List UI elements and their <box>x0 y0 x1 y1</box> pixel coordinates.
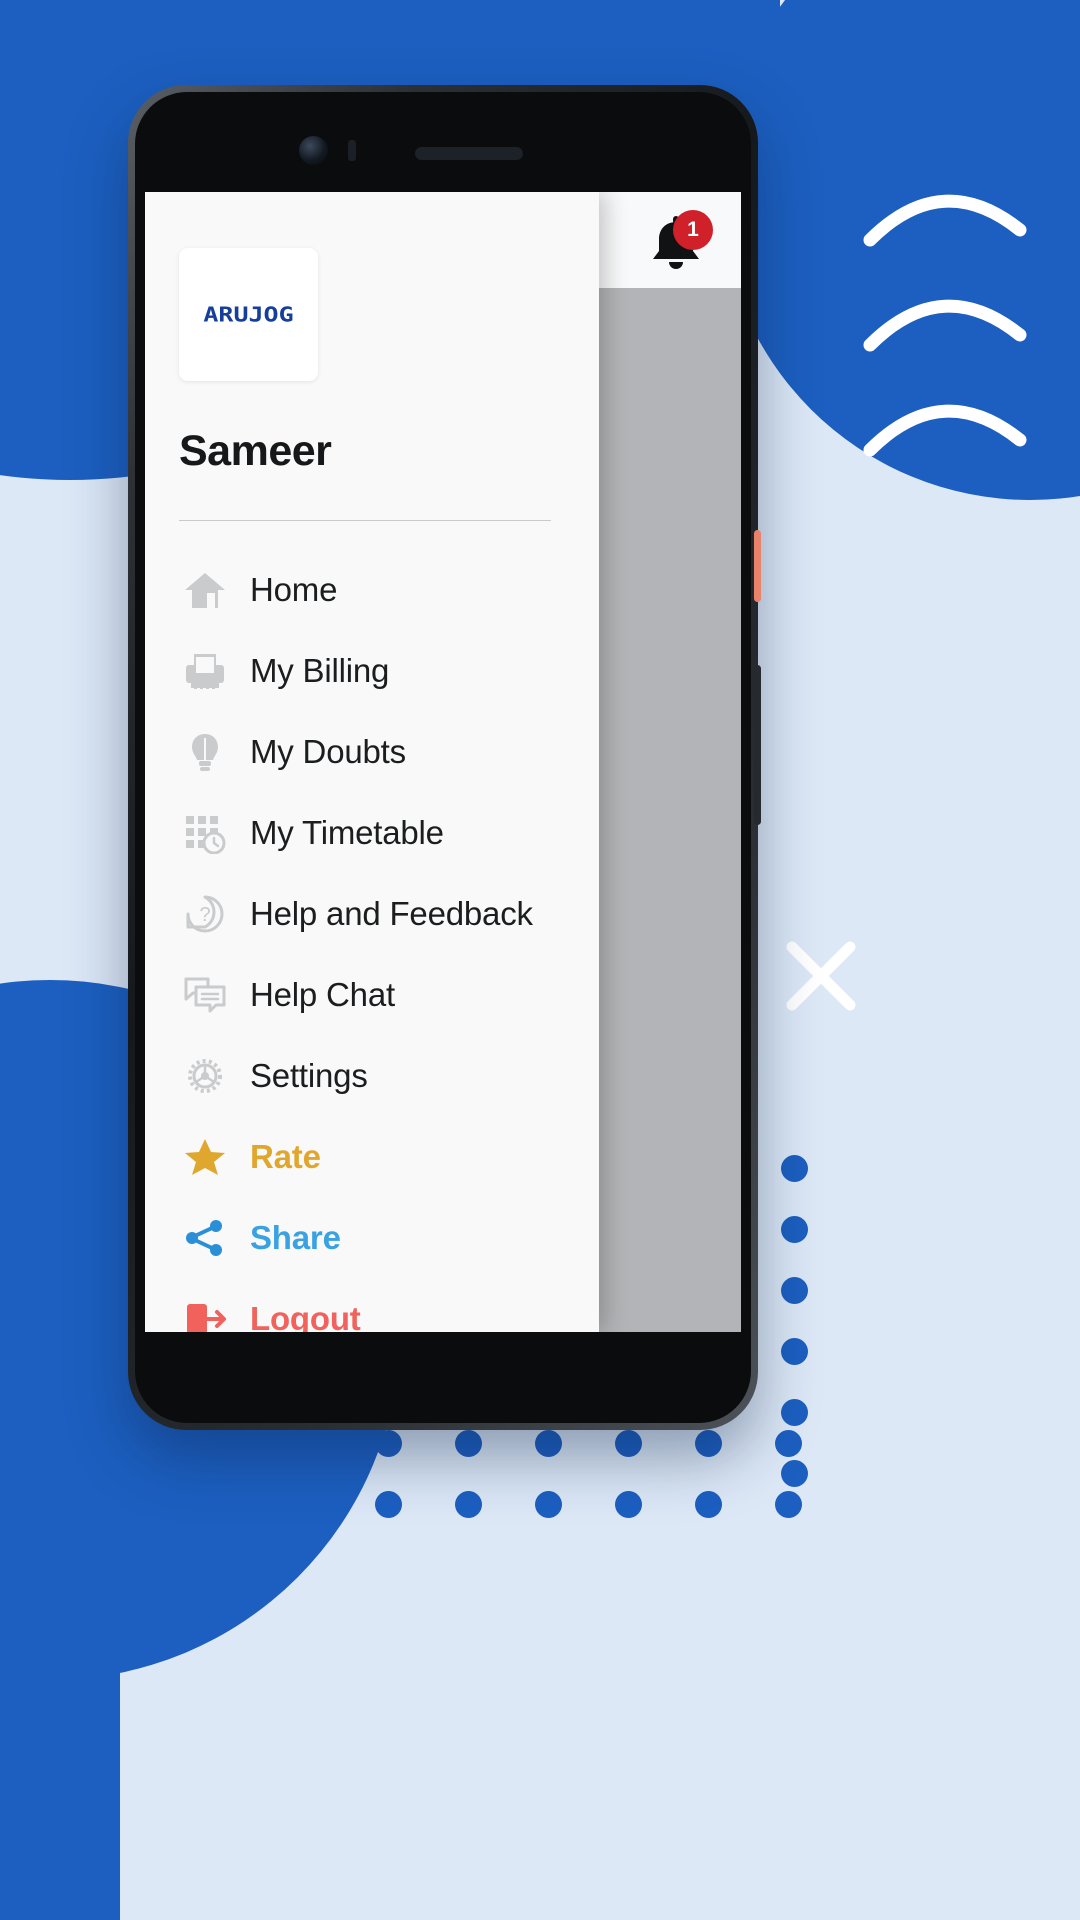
menu-item-help-and-feedback[interactable]: ? Help and Feedback <box>145 873 599 954</box>
menu-item-logout[interactable]: Logout <box>145 1278 599 1332</box>
home-icon <box>179 567 231 613</box>
menu-item-my-timetable[interactable]: My Timetable <box>145 792 599 873</box>
gear-icon <box>179 1053 231 1099</box>
star-icon <box>179 1134 231 1180</box>
lightbulb-icon <box>179 729 231 775</box>
share-nodes-icon <box>179 1215 231 1261</box>
menu-item-label: Settings <box>250 1056 368 1094</box>
menu-item-my-doubts[interactable]: My Doubts <box>145 711 599 792</box>
phone-device-frame: LINEATION PLATFORMSE LEARNING Docs <box>128 85 761 1430</box>
menu-item-help-chat[interactable]: Help Chat <box>145 954 599 1035</box>
volume-button[interactable] <box>754 665 761 825</box>
menu-item-label: Help Chat <box>250 975 395 1013</box>
menu-item-share[interactable]: Share <box>145 1197 599 1278</box>
earpiece-speaker <box>415 147 523 160</box>
billing-printer-icon <box>179 648 231 694</box>
notification-badge: 1 <box>673 210 713 250</box>
proximity-sensor-icon <box>348 140 356 161</box>
front-camera-icon <box>297 134 330 167</box>
menu-item-label: My Billing <box>250 651 390 689</box>
menu-item-label: Help and Feedback <box>250 894 533 932</box>
squiggle-decoration <box>863 194 1027 457</box>
navigation-drawer: ARUJOG Sameer Home My Billing My Doubts … <box>145 192 599 1332</box>
power-button[interactable] <box>754 530 761 602</box>
menu-item-label: Logout <box>250 1299 361 1333</box>
brand-logo-text: ARUJOG <box>203 302 294 327</box>
user-name: Sameer <box>179 427 332 475</box>
close-x-decoration-icon <box>786 941 856 1011</box>
phone-screen: LINEATION PLATFORMSE LEARNING Docs <box>145 192 741 1332</box>
notification-bell-button[interactable]: 1 <box>643 210 713 276</box>
phone-top-bezel <box>145 104 741 194</box>
question-bubble-icon: ? <box>179 891 231 937</box>
menu-item-settings[interactable]: Settings <box>145 1035 599 1116</box>
menu-item-my-billing[interactable]: My Billing <box>145 630 599 711</box>
menu-item-home[interactable]: Home <box>145 549 599 630</box>
phone-bezel: LINEATION PLATFORMSE LEARNING Docs <box>135 92 751 1423</box>
menu-item-label: Home <box>250 570 338 608</box>
dot-grid-decoration <box>375 1430 802 1552</box>
menu-item-label: Rate <box>250 1137 321 1175</box>
timetable-grid-clock-icon <box>179 810 231 856</box>
logout-arrow-icon <box>179 1296 231 1332</box>
menu-item-label: Share <box>250 1218 341 1256</box>
svg-text:?: ? <box>199 904 210 926</box>
brand-logo-tile: ARUJOG <box>179 248 318 381</box>
drawer-menu: Home My Billing My Doubts My Timetable ?… <box>145 549 599 1332</box>
menu-item-rate[interactable]: Rate <box>145 1116 599 1197</box>
menu-item-label: My Doubts <box>250 732 406 770</box>
drawer-divider <box>179 520 551 521</box>
menu-item-label: My Timetable <box>250 813 444 851</box>
chat-bubbles-icon <box>179 972 231 1018</box>
